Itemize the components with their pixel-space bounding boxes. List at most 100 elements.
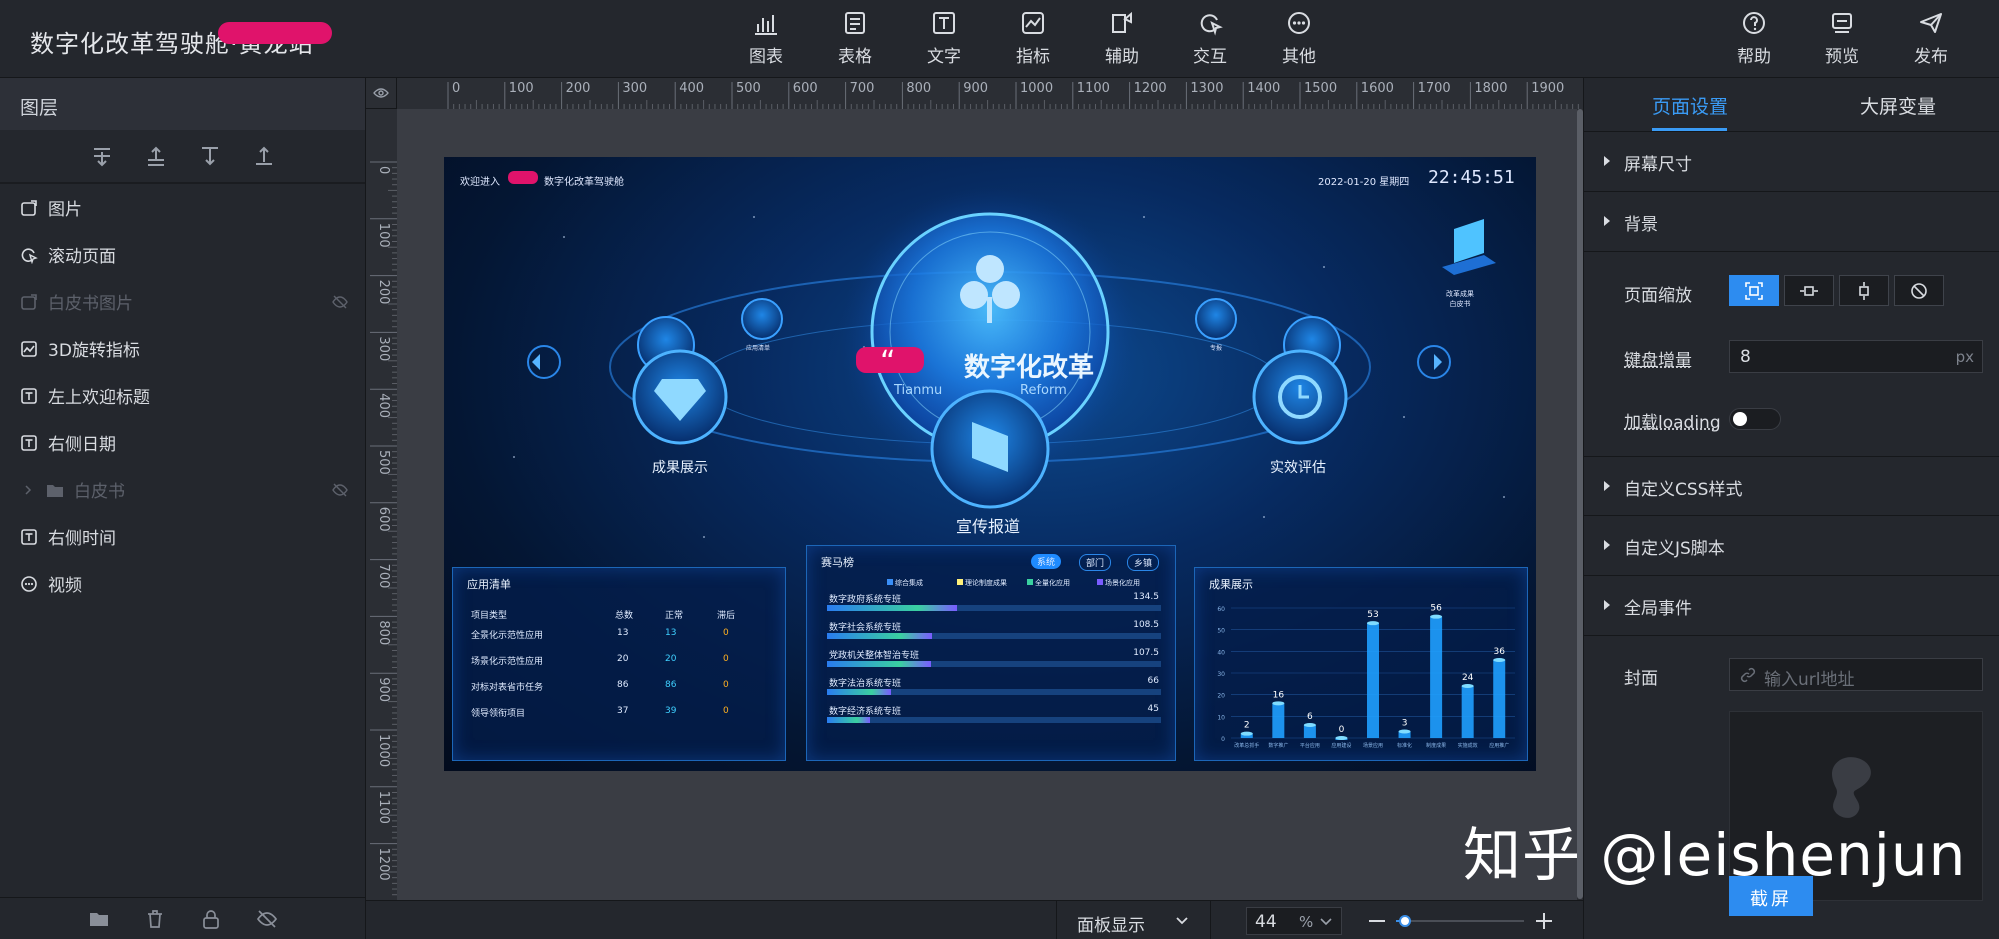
layer-item-right-date[interactable]: 右侧日期 [0, 419, 365, 466]
toolbar-chart-button[interactable]: 图表 [736, 10, 796, 67]
toolbar-interaction-button[interactable]: 交互 [1180, 10, 1240, 67]
ruler-label: 900 [376, 677, 391, 702]
layer-label: 左上欢迎标题 [48, 388, 150, 408]
text-icon [933, 12, 955, 34]
zoom-unit: % [1299, 913, 1314, 931]
x-tick-label: 实施成效 [1458, 742, 1478, 749]
more-icon [21, 575, 37, 592]
preview-button[interactable]: 预览 [1812, 10, 1872, 67]
trash-icon[interactable] [144, 908, 166, 930]
layer-item-whitebook-image[interactable]: 白皮书图片 [0, 278, 365, 325]
toolbar-label: 预览 [1825, 47, 1859, 67]
scroll-page-icon [21, 247, 38, 264]
keyboard-step-unit: px [1955, 348, 1974, 366]
node-evaluation[interactable]: 实效评估 [1270, 457, 1326, 477]
loading-toggle[interactable] [1729, 408, 1781, 430]
section-custom-js[interactable]: 自定义JS脚本 [1584, 516, 1999, 576]
zoom-value[interactable]: 44 [1255, 912, 1277, 932]
zoom-in-icon[interactable] [1534, 911, 1554, 931]
section-custom-css[interactable]: 自定义CSS样式 [1584, 456, 1999, 516]
ruler-label: 1200 [376, 848, 391, 881]
section-screen-size[interactable]: 屏幕尺寸 [1584, 132, 1999, 192]
move-up-icon[interactable] [142, 142, 170, 170]
zoom-slider[interactable] [1396, 915, 1524, 927]
cover-url-input[interactable]: 输入url地址 [1729, 658, 1983, 691]
section-global-events[interactable]: 全局事件 [1584, 576, 1999, 636]
layer-item-scroll-page[interactable]: 滚动页面 [0, 231, 365, 278]
ruler-label: 900 [963, 81, 988, 96]
move-down-icon[interactable] [196, 142, 224, 170]
image-icon [21, 199, 37, 216]
legend-label: 场景化应用 [1105, 579, 1140, 587]
bar[interactable] [1493, 660, 1506, 738]
toolbar-text-button[interactable]: 文字 [914, 10, 974, 67]
scale-height-button[interactable] [1839, 275, 1889, 306]
layer-item-3d-indicator[interactable]: 3D旋转指标 [0, 325, 365, 372]
tab-screen-variables[interactable]: 大屏变量 [1860, 92, 1936, 119]
layer-label: 图片 [48, 200, 82, 220]
bar[interactable] [1367, 623, 1379, 738]
legend-swatch [1097, 579, 1103, 585]
zoom-out-icon[interactable] [1367, 911, 1387, 931]
x-tick-label: 场景应用 [1363, 742, 1383, 749]
table-cell: 0 [723, 628, 729, 638]
folder-icon [47, 484, 63, 497]
panel-display-select[interactable]: 面板显示 [1056, 901, 1211, 939]
toolbar-label: 图表 [749, 47, 783, 67]
preview-icon [1832, 13, 1852, 33]
ranking-bar [827, 689, 891, 695]
section-background[interactable]: 背景 [1584, 192, 1999, 252]
chevron-right-icon[interactable] [22, 484, 34, 496]
zoom-slider-thumb[interactable] [1398, 915, 1411, 927]
layer-item-image[interactable]: 图片 [0, 184, 365, 231]
bar-cap [1461, 684, 1474, 688]
move-to-top-icon[interactable] [88, 142, 116, 170]
ruler-label: 800 [906, 81, 931, 96]
move-to-bottom-icon[interactable] [250, 142, 278, 170]
node-publicity[interactable]: 宣传报道 [956, 513, 1020, 537]
horizontal-ruler-ticks: 0 100 200 300 400 500 600 700 800 900 1000 1100 1200… [447, 81, 1579, 109]
layer-item-welcome-title[interactable]: 左上欢迎标题 [0, 372, 365, 419]
tab-page-settings[interactable]: 页面设置 [1652, 92, 1728, 119]
ranking-tab-department[interactable]: 部门 [1079, 554, 1112, 571]
legend-item: 综合集成 [887, 578, 923, 588]
bar[interactable] [1461, 686, 1474, 738]
eye-off-icon[interactable] [256, 908, 278, 930]
eye-off-icon[interactable] [331, 293, 349, 311]
scale-width-button[interactable] [1784, 275, 1834, 306]
toolbar-indicator-button[interactable]: 指标 [1003, 10, 1063, 67]
eye-off-icon[interactable] [331, 481, 349, 499]
lock-icon[interactable] [200, 908, 222, 930]
scale-fit-button[interactable] [1729, 275, 1779, 306]
cover-url-placeholder: 输入url地址 [1764, 670, 1855, 690]
dashboard-preview[interactable]: 欢迎进入 数字化改革驾驶舱 2022-01-20 星期四 22:45:51 “ … [444, 157, 1536, 771]
ruler-label: 1900 [1531, 81, 1564, 96]
node-achievements[interactable]: 成果展示 [652, 457, 708, 477]
toolbar-label: 文字 [927, 47, 961, 67]
scale-none-button[interactable] [1894, 275, 1944, 306]
zoom-select[interactable]: 44 % [1246, 907, 1342, 935]
bar[interactable] [1272, 703, 1285, 738]
toolbar-table-button[interactable]: 表格 [825, 10, 885, 67]
toolbar-more-button[interactable]: 其他 [1269, 10, 1329, 67]
toolbar-auxiliary-button[interactable]: 辅助 [1092, 10, 1152, 67]
layer-item-right-time[interactable]: 右侧时间 [0, 513, 365, 560]
folder-icon[interactable] [88, 908, 110, 930]
toolbar-label: 发布 [1914, 47, 1948, 67]
publish-button[interactable]: 发布 [1901, 10, 1961, 67]
keyboard-step-input[interactable]: 8 px [1729, 340, 1983, 373]
help-button[interactable]: 帮助 [1724, 10, 1784, 67]
ruler-label: 200 [566, 81, 591, 96]
bar-cap [1272, 701, 1285, 706]
ranking-tab-system[interactable]: 系统 [1031, 554, 1062, 569]
layer-item-whitebook-folder[interactable]: 白皮书 [0, 466, 365, 513]
data-label: 53 [1367, 610, 1378, 620]
table-cell: 20 [665, 654, 677, 664]
bar[interactable] [1430, 616, 1443, 738]
ruler-corner[interactable] [366, 78, 397, 109]
interaction-icon [1200, 14, 1223, 36]
horizontal-ruler: 0 100 200 300 400 500 600 700 800 900 1000 1100 1200… [397, 78, 1583, 109]
layer-item-video[interactable]: 视频 [0, 560, 365, 607]
ranking-tab-town[interactable]: 乡镇 [1127, 554, 1160, 571]
welcome-text: 欢迎进入 [460, 177, 500, 188]
